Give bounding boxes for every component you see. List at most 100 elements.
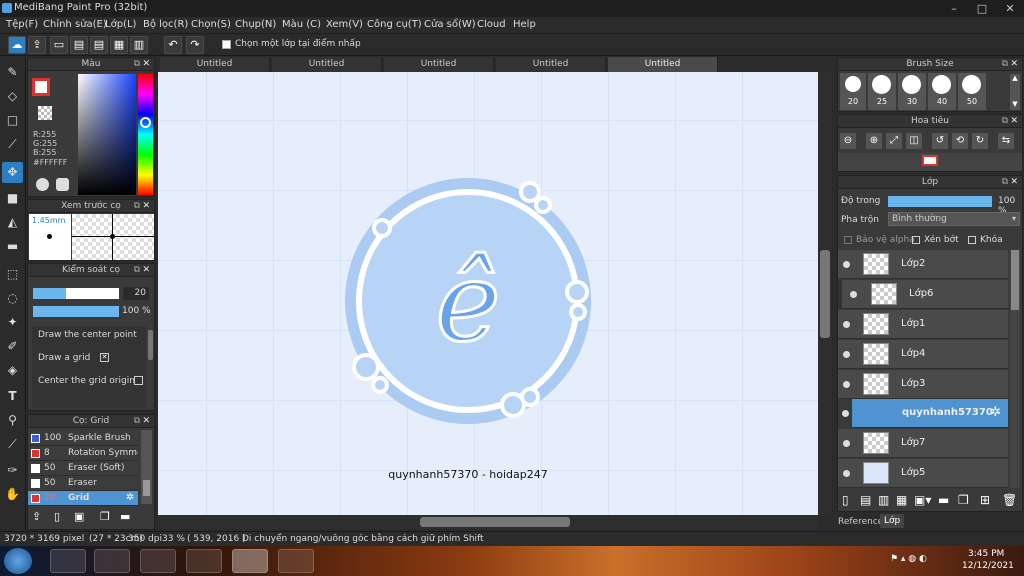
rotate-right-icon[interactable]: ↻ xyxy=(972,133,988,149)
medibang-icon[interactable] xyxy=(232,549,268,573)
dock-icon[interactable]: ⧉ xyxy=(1002,58,1008,71)
close-icon[interactable]: ✕ xyxy=(142,264,150,277)
hue-handle[interactable] xyxy=(140,117,151,128)
zoom-in-icon[interactable]: ⊕ xyxy=(866,133,882,149)
hue-slider[interactable] xyxy=(138,74,153,195)
tab-document[interactable]: Untitled xyxy=(272,57,382,72)
brush-size-scrollbar[interactable]: ▲ ▼ xyxy=(1010,74,1020,110)
select-layer-checkbox[interactable] xyxy=(222,40,231,49)
dock-icon[interactable]: ⧉ xyxy=(1002,176,1008,189)
size-preset[interactable]: 20 xyxy=(840,73,866,110)
rectangle-tool-icon[interactable]: □ xyxy=(2,110,23,131)
visibility-icon[interactable] xyxy=(842,410,849,417)
maximize-button[interactable]: □ xyxy=(968,0,996,17)
new-layer-1bit-icon[interactable]: ▥ xyxy=(878,493,889,507)
visibility-icon[interactable] xyxy=(843,321,850,328)
close-icon[interactable]: ✕ xyxy=(1010,58,1018,71)
dropper-tool-icon[interactable]: ⟋ xyxy=(2,434,23,455)
close-icon[interactable]: ✕ xyxy=(1010,176,1018,189)
duplicate-layer-icon[interactable]: ❐ xyxy=(958,493,969,507)
navigator-viewport[interactable] xyxy=(922,155,938,166)
fill-rect-icon[interactable]: ■ xyxy=(2,188,23,209)
lasso-icon[interactable]: ◌ xyxy=(2,288,23,309)
add-layer-menu-icon[interactable]: ▣▾ xyxy=(914,493,931,507)
layer-row[interactable]: Lớp4 xyxy=(838,340,1008,369)
navigator-preview[interactable] xyxy=(838,153,1022,171)
dock-icon[interactable]: ⧉ xyxy=(134,264,140,277)
brush-tool-icon[interactable]: ✎ xyxy=(2,62,23,83)
brush-item[interactable]: 8 Rotation Symmetry xyxy=(28,446,138,461)
visibility-icon[interactable] xyxy=(843,381,850,388)
brush-opacity-slider[interactable] xyxy=(33,306,119,317)
dock-icon[interactable]: ⧉ xyxy=(134,58,140,71)
layer-row[interactable]: Lớp5 xyxy=(838,459,1008,488)
menu-layer[interactable]: Lớp(L) xyxy=(105,19,136,30)
brush-list-scroll-thumb[interactable] xyxy=(143,480,150,496)
page-icon[interactable]: ▤ xyxy=(90,36,108,54)
folder-icon[interactable]: ▬ xyxy=(938,493,949,507)
primary-color-swatch[interactable] xyxy=(32,78,50,96)
select-eraser-icon[interactable]: ◈ xyxy=(2,360,23,381)
dock-icon[interactable]: ⧉ xyxy=(1002,115,1008,128)
bucket-tool-icon[interactable]: ◭ xyxy=(2,212,23,233)
halftone-layer-icon[interactable]: ▦ xyxy=(896,493,907,507)
brush-item-selected[interactable]: 20 Grid ✲ xyxy=(28,491,138,506)
new-layer-8bit-icon[interactable]: ▤ xyxy=(860,493,871,507)
reset-rotation-icon[interactable]: ⟲ xyxy=(952,133,968,149)
size-preset[interactable]: 25 xyxy=(868,73,896,110)
secondary-color-swatch[interactable] xyxy=(38,106,52,120)
tab-document[interactable]: Untitled xyxy=(496,57,606,72)
menu-edit[interactable]: Chỉnh sửa(E) xyxy=(43,19,107,30)
layer-row[interactable]: Lớp6 xyxy=(838,280,1008,309)
fit-icon[interactable]: ⤢ xyxy=(886,133,902,149)
menu-cloud[interactable]: Cloud xyxy=(477,19,506,30)
delete-layer-icon[interactable]: 🗑 xyxy=(1002,493,1017,507)
tab-document-active[interactable]: Untitled xyxy=(608,57,718,72)
move-tool-icon[interactable]: ✥ xyxy=(2,162,23,183)
saturation-value-picker[interactable] xyxy=(78,74,136,195)
visibility-icon[interactable] xyxy=(843,440,850,447)
protect-alpha-checkbox[interactable] xyxy=(844,236,852,244)
brush-list-scrollbar[interactable] xyxy=(141,430,152,504)
clipping-checkbox[interactable] xyxy=(912,236,920,244)
menu-help[interactable]: Help xyxy=(513,19,536,30)
layer-row-selected[interactable]: quynhanh57370 - ✲ xyxy=(842,399,1008,428)
scroll-up-icon[interactable]: ▲ xyxy=(1010,74,1020,82)
hand-tool-icon[interactable]: ✋ xyxy=(2,484,23,505)
ie-icon[interactable] xyxy=(50,549,86,573)
center-origin-checkbox[interactable] xyxy=(134,376,143,385)
layer-settings-icon[interactable]: ✲ xyxy=(990,405,1001,420)
dock-icon[interactable]: ⧉ xyxy=(134,200,140,213)
canvas-vertical-scrollbar[interactable] xyxy=(818,72,832,515)
blend-select[interactable]: Bình thường ▾ xyxy=(888,212,1020,226)
text-tool-icon[interactable]: T xyxy=(2,386,23,407)
tab-document[interactable]: Untitled xyxy=(160,57,270,72)
dock-icon[interactable]: ⧉ xyxy=(134,415,140,428)
select-rect-icon[interactable]: ⬚ xyxy=(2,264,23,285)
brush-size-value[interactable]: 20 xyxy=(123,287,149,300)
brush-cloud-icon[interactable]: ⇪ xyxy=(32,510,41,523)
brush-item[interactable]: 50 Eraser xyxy=(28,476,138,491)
rotate-left-icon[interactable]: ↺ xyxy=(932,133,948,149)
new-brush-icon[interactable]: ▯ xyxy=(54,510,60,523)
zoom-out-icon[interactable]: ⊖ xyxy=(840,133,856,149)
canvas-horizontal-scrollbar[interactable] xyxy=(158,515,818,529)
eyedropper-icon[interactable]: ✑ xyxy=(2,460,23,481)
tab-reference[interactable]: Reference xyxy=(838,517,883,527)
opacity-slider[interactable] xyxy=(888,196,992,207)
visibility-icon[interactable] xyxy=(843,351,850,358)
canvas-area[interactable]: ê quynhanh57370 - hoidap247 xyxy=(158,72,818,515)
redo-icon[interactable]: ↷ xyxy=(186,36,204,54)
undo-icon[interactable]: ↶ xyxy=(164,36,182,54)
gradient-tool-icon[interactable]: ▬ xyxy=(2,236,23,257)
size-preset[interactable]: 30 xyxy=(898,73,926,110)
brush-control-scrollbar[interactable] xyxy=(148,330,153,360)
layer-row[interactable]: Lớp7 xyxy=(838,429,1008,458)
close-icon[interactable]: ✕ xyxy=(142,58,150,71)
tab-document[interactable]: Untitled xyxy=(384,57,494,72)
tab-layer[interactable]: Lớp xyxy=(880,514,905,528)
layer-row[interactable]: Lớp3 xyxy=(838,370,1008,399)
brush-size-slider[interactable] xyxy=(33,288,119,299)
close-icon[interactable]: ✕ xyxy=(142,200,150,213)
visibility-icon[interactable] xyxy=(843,470,850,477)
